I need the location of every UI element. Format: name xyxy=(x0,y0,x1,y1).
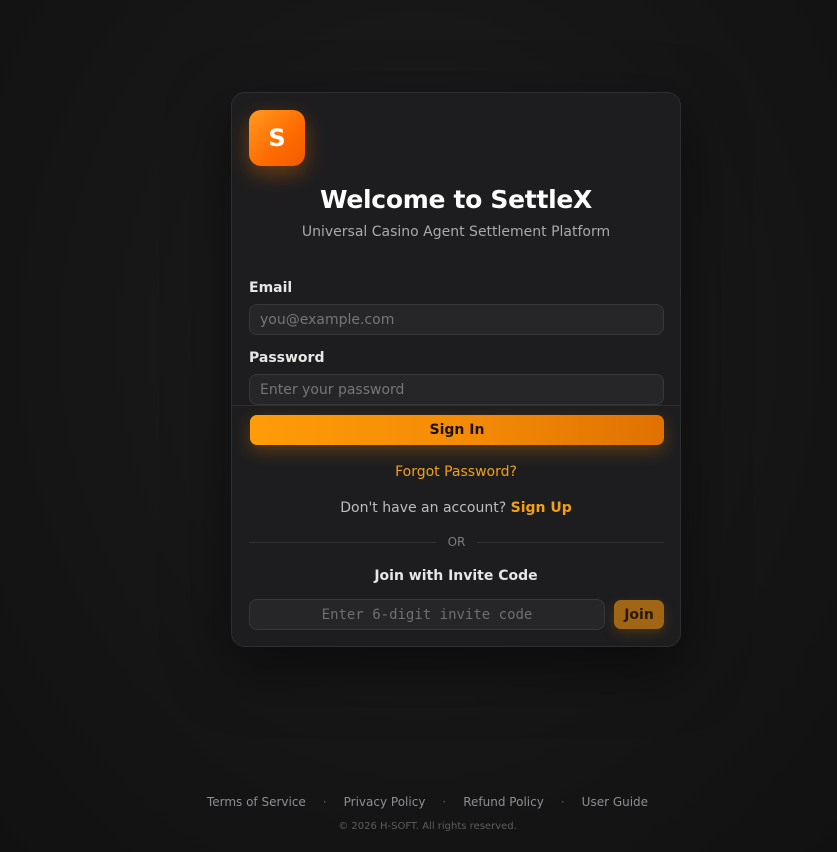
sign-up-link[interactable]: Sign Up xyxy=(511,500,572,516)
privacy-link[interactable]: Privacy Policy xyxy=(344,795,426,809)
app-logo: S xyxy=(249,110,305,166)
or-divider: OR xyxy=(249,535,665,549)
footer-separator: · xyxy=(442,795,447,809)
footer-links: Terms of Service · Privacy Policy · Refu… xyxy=(0,795,837,809)
copyright-text: © 2026 H-SOFT. All rights reserved. xyxy=(338,821,517,832)
refund-link[interactable]: Refund Policy xyxy=(463,795,544,809)
page-title: Welcome to SettleX xyxy=(319,185,592,214)
form-divider xyxy=(232,405,680,406)
footer-separator: · xyxy=(322,795,327,809)
password-label: Password xyxy=(249,350,325,366)
email-field[interactable] xyxy=(249,304,664,335)
footer-separator: · xyxy=(560,795,565,809)
no-account-text: Don't have an account? xyxy=(340,500,511,516)
sign-in-button[interactable]: Sign In xyxy=(250,415,664,445)
or-line-left xyxy=(249,541,436,543)
email-label: Email xyxy=(249,280,293,296)
login-card: S Welcome to SettleX Universal Casino Ag… xyxy=(231,92,681,647)
invite-title: Join with Invite Code xyxy=(374,568,538,584)
or-text: OR xyxy=(447,535,466,549)
user-guide-link[interactable]: User Guide xyxy=(582,795,648,809)
join-button[interactable]: Join xyxy=(614,600,664,629)
forgot-password-link[interactable]: Forgot Password? xyxy=(232,464,680,480)
or-line-right xyxy=(477,541,665,543)
signup-prompt: Don't have an account? Sign Up xyxy=(232,500,680,516)
page-subtitle: Universal Casino Agent Settlement Platfo… xyxy=(301,224,611,240)
invite-code-input[interactable] xyxy=(249,599,605,630)
password-field[interactable] xyxy=(249,374,664,405)
terms-link[interactable]: Terms of Service xyxy=(207,795,306,809)
logo-letter: S xyxy=(268,124,286,152)
